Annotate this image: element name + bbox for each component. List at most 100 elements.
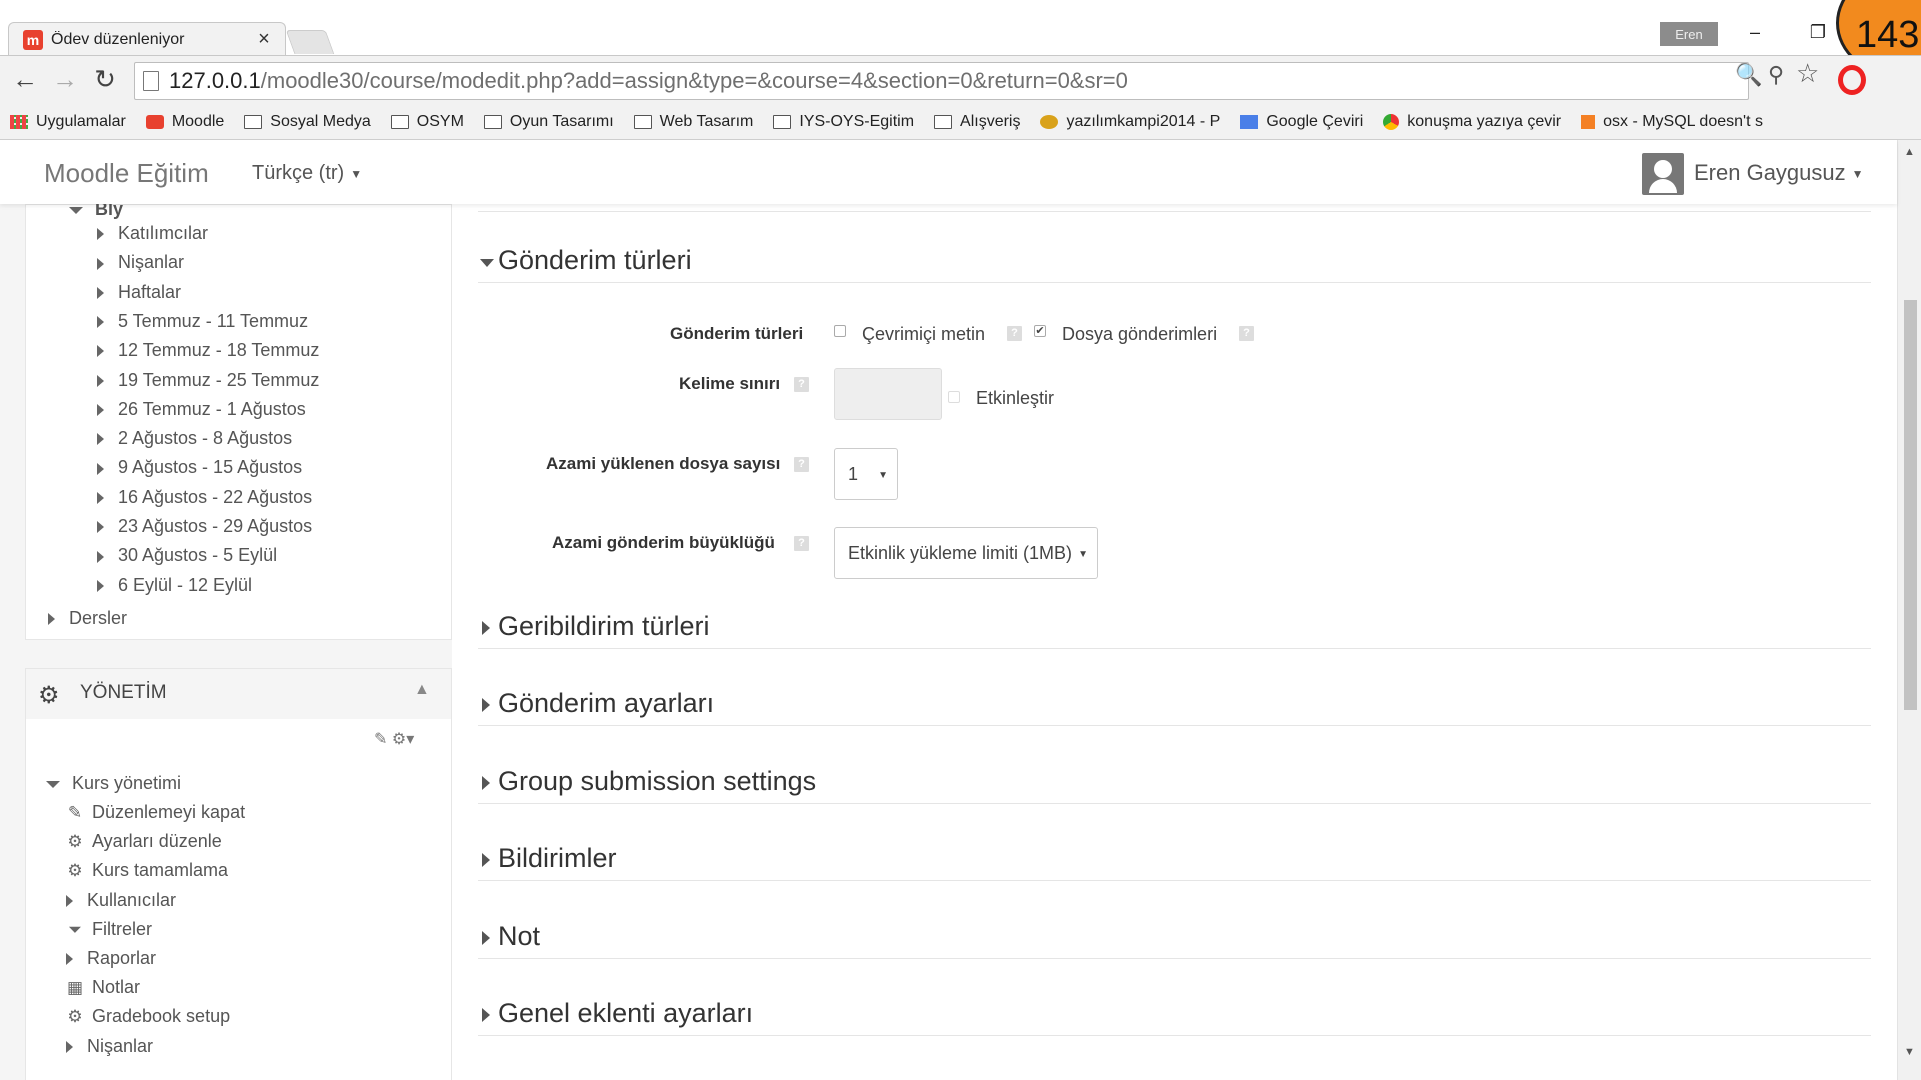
scroll-down-icon[interactable]: ▼: [1904, 1046, 1915, 1058]
language-menu[interactable]: Türkçe (tr) ▼: [252, 162, 362, 185]
bookmark-item[interactable]: yazılımkampi2014 - P: [1040, 113, 1220, 131]
gear-icon: ⚙: [67, 832, 83, 852]
expand-icon: [97, 521, 104, 534]
bookmark-item[interactable]: Uygulamalar: [10, 113, 126, 131]
nav-item[interactable]: 12 Temmuz - 18 Temmuz: [97, 340, 319, 361]
folder-icon: [934, 115, 953, 129]
expand-icon: [97, 345, 104, 358]
help-icon[interactable]: ?: [794, 457, 809, 472]
nav-item[interactable]: 30 Ağustos - 5 Eylül: [97, 545, 277, 566]
browser-chrome: m Ödev düzenleniyor × Eren – ❐ 143 ← → ↻…: [0, 0, 1921, 140]
nav-item-dersler[interactable]: Dersler: [48, 608, 127, 629]
bookmark-item[interactable]: OSYM: [390, 113, 464, 131]
profile-button[interactable]: Eren: [1660, 22, 1718, 46]
admin-item[interactable]: ⚙ Kurs tamamlama: [66, 860, 228, 881]
opera-extension-icon[interactable]: [1838, 65, 1866, 95]
section-collapsed[interactable]: Group submission settings: [478, 764, 1871, 804]
nav-item[interactable]: 19 Temmuz - 25 Temmuz: [97, 370, 319, 391]
folder-icon: [244, 115, 263, 129]
administration-block: ⚙ YÖNETİM ▲ ✎ ⚙▾ Kurs yönetimi ✎ Düzenlem…: [25, 668, 452, 1080]
nav-item[interactable]: 26 Temmuz - 1 Ağustos: [97, 399, 306, 420]
nav-item[interactable]: 9 Ağustos - 15 Ağustos: [97, 457, 302, 478]
admin-item[interactable]: ⚙ Ayarları düzenle: [66, 831, 221, 852]
admin-item[interactable]: ✎ Düzenlemeyi kapat: [66, 802, 245, 823]
help-icon[interactable]: ?: [1239, 326, 1254, 341]
bookmark-item[interactable]: IYS-OYS-Egitim: [773, 113, 914, 131]
help-icon[interactable]: ?: [794, 536, 809, 551]
moodle-navbar: Moodle Eğitim Türkçe (tr) ▼ Eren Gaygusuz…: [0, 140, 1897, 204]
zoom-icon[interactable]: 🔍: [1735, 62, 1762, 88]
bookmark-item[interactable]: Oyun Tasarımı: [483, 113, 614, 131]
file-submissions-checkbox[interactable]: ✔: [1034, 325, 1046, 337]
filter-icon: ⏷: [68, 919, 82, 939]
reload-button[interactable]: ↻: [88, 64, 122, 95]
admin-item[interactable]: Kullanıcılar: [66, 890, 176, 911]
site-brand[interactable]: Moodle Eğitim: [44, 158, 209, 189]
bookmark-label: Uygulamalar: [36, 113, 126, 130]
course-admin-node[interactable]: Kurs yönetimi: [46, 773, 181, 794]
max-files-select[interactable]: 1 ▼: [834, 448, 898, 500]
block-actions-icon[interactable]: ✎ ⚙▾: [374, 729, 414, 749]
admin-item[interactable]: Nişanlar: [66, 1036, 153, 1057]
expand-icon: [97, 462, 104, 475]
section-collapsed[interactable]: Genel eklenti ayarları: [478, 996, 1871, 1036]
scrollbar-thumb[interactable]: [1904, 300, 1917, 710]
bookmark-item[interactable]: Sosyal Medya: [244, 113, 371, 131]
max-size-value: Etkinlik yükleme limiti (1MB): [848, 542, 1073, 563]
help-icon[interactable]: ?: [1007, 326, 1022, 341]
key-icon[interactable]: ⚲: [1768, 62, 1784, 88]
user-menu[interactable]: Eren Gaygusuz ▼: [1694, 160, 1864, 186]
nav-item[interactable]: 2 Ağustos - 8 Ağustos: [97, 428, 292, 449]
admin-item[interactable]: ▦ Notlar: [66, 977, 140, 998]
bookmark-item[interactable]: Google Çeviri: [1240, 113, 1363, 131]
scroll-up-icon[interactable]: ▲: [1904, 146, 1915, 158]
close-tab-icon[interactable]: ×: [253, 28, 275, 51]
bookmark-item[interactable]: Moodle: [145, 113, 224, 131]
online-text-checkbox[interactable]: [834, 325, 846, 337]
bookmark-item[interactable]: Web Tasarım: [633, 113, 753, 131]
help-icon[interactable]: ?: [794, 377, 809, 392]
minimize-button[interactable]: –: [1737, 22, 1773, 43]
tab-active[interactable]: m Ödev düzenleniyor ×: [8, 22, 286, 56]
section-collapsed[interactable]: Gönderim ayarları: [478, 686, 1871, 727]
collapsed-icon: [482, 621, 490, 635]
bookmark-star-icon[interactable]: ☆: [1796, 58, 1819, 89]
bookmark-label: Google Çeviri: [1266, 113, 1364, 130]
collapse-icon[interactable]: ▲: [414, 681, 430, 699]
nav-item[interactable]: Nişanlar: [97, 252, 184, 273]
expand-icon: [97, 228, 104, 241]
section-collapsed[interactable]: Bildirimler: [478, 841, 1871, 882]
moodle-favicon-icon: m: [23, 29, 43, 50]
admin-item[interactable]: ⚙ Gradebook setup: [66, 1006, 230, 1027]
user-avatar[interactable]: [1642, 153, 1684, 195]
page-scrollbar[interactable]: ▲ ▼: [1897, 140, 1921, 1080]
nav-item[interactable]: Haftalar: [97, 282, 181, 303]
tab-strip: m Ödev düzenleniyor × Eren – ❐ 143: [0, 0, 1921, 78]
back-button[interactable]: ←: [8, 64, 42, 95]
new-tab-button[interactable]: [285, 30, 335, 54]
section-collapsed[interactable]: Geribildirim türleri: [478, 609, 1871, 649]
tab-title: Ödev düzenleniyor: [51, 30, 185, 48]
collapsed-icon: [482, 698, 490, 713]
nav-item[interactable]: 16 Ağustos - 22 Ağustos: [97, 487, 312, 508]
nav-item[interactable]: 6 Eylül - 12 Eylül: [97, 575, 252, 596]
word-limit-input[interactable]: [834, 368, 942, 420]
section-collapsed[interactable]: Not: [478, 919, 1871, 959]
nav-item[interactable]: Katılımcılar: [97, 223, 208, 244]
admin-item[interactable]: ⏷ Filtreler: [66, 919, 152, 940]
address-bar[interactable]: 127.0.0.1 /moodle30/course/modedit.php?a…: [134, 62, 1749, 100]
nav-item[interactable]: 5 Temmuz - 11 Temmuz: [97, 311, 308, 332]
restore-button[interactable]: ❐: [1800, 22, 1836, 43]
nav-item[interactable]: 23 Ağustos - 29 Ağustos: [97, 516, 312, 537]
admin-item[interactable]: Raporlar: [66, 948, 156, 969]
forward-button[interactable]: →: [48, 64, 82, 95]
bookmark-item[interactable]: Alışveriş: [934, 113, 1020, 131]
bookmark-item[interactable]: konuşma yazıya çevir: [1383, 113, 1561, 131]
select-arrow-icon: ▼: [1078, 549, 1088, 560]
step-badge-number: 143: [1856, 14, 1920, 56]
section-submission-types[interactable]: Gönderim türleri: [478, 243, 1871, 283]
caret-down-icon: ▼: [350, 166, 363, 181]
bookmark-item[interactable]: osx - MySQL doesn't s: [1581, 113, 1763, 131]
max-size-select[interactable]: Etkinlik yükleme limiti (1MB) ▼: [834, 527, 1098, 579]
enable-word-limit-checkbox[interactable]: [948, 391, 960, 403]
